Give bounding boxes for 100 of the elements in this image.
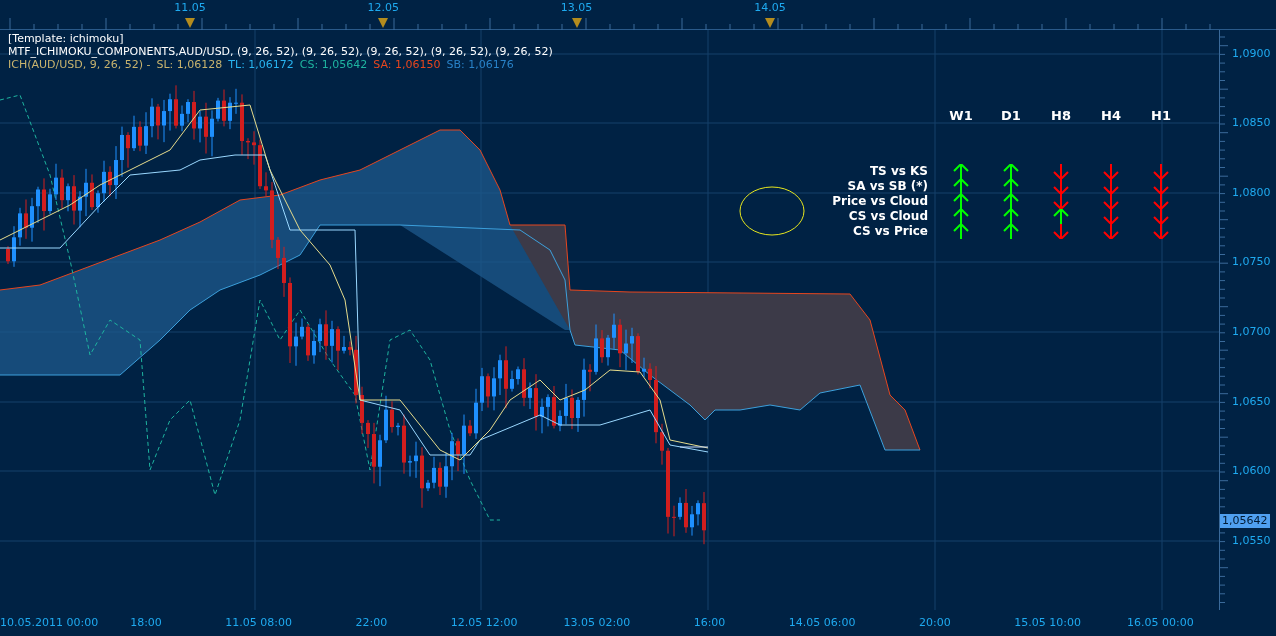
candlestick — [414, 441, 418, 479]
candlestick — [444, 451, 448, 499]
price-label: 1,0550 — [1232, 534, 1271, 547]
candlestick — [516, 366, 520, 386]
price-label: 1,0750 — [1232, 255, 1271, 268]
candlestick — [306, 323, 310, 362]
time-label: 12.05 12:00 — [450, 616, 518, 629]
candlestick — [600, 329, 604, 364]
candlestick — [90, 173, 94, 211]
candlestick — [162, 99, 166, 143]
candlestick — [126, 131, 130, 169]
candlestick — [522, 357, 526, 407]
candlestick — [192, 90, 196, 141]
time-label: 16.05 00:00 — [1126, 616, 1194, 629]
triangle-marker-icon — [571, 18, 582, 28]
candlestick — [54, 163, 58, 201]
candlestick — [48, 188, 52, 215]
candlestick — [198, 110, 202, 143]
candlestick — [552, 385, 556, 429]
price-label: 1,0900 — [1232, 47, 1271, 60]
candlestick — [636, 332, 640, 375]
legend-value: SL: 1,06128 — [156, 58, 223, 71]
candlestick — [624, 329, 628, 371]
candlestick — [246, 137, 250, 160]
candlestick — [498, 354, 502, 396]
legend-value: SB: 1,06176 — [446, 58, 514, 71]
candlestick — [150, 97, 154, 138]
candlestick — [702, 491, 706, 545]
date-marker-label: 14.05 — [754, 0, 786, 16]
candlestick — [300, 318, 304, 340]
candlestick — [42, 177, 46, 232]
ellipse-marker — [739, 186, 805, 236]
price-label: 1,0650 — [1232, 395, 1271, 408]
candlestick — [390, 400, 394, 434]
date-marker-label: 12.05 — [367, 0, 400, 16]
candlestick — [672, 505, 676, 537]
candlestick — [594, 324, 598, 376]
time-label: 10.05.2011 00:00 — [0, 616, 99, 629]
time-label: 20:00 — [919, 616, 951, 629]
candlestick — [24, 198, 28, 240]
candlestick — [486, 372, 490, 409]
template-label: [Template: ichimoku] — [8, 32, 125, 45]
candlestick — [144, 111, 148, 155]
candlestick — [474, 388, 478, 440]
candlestick — [72, 174, 76, 225]
candlestick — [138, 120, 142, 152]
candlestick — [234, 88, 238, 115]
triangle-marker-icon — [764, 18, 775, 28]
candlestick — [324, 309, 328, 361]
candlestick — [252, 130, 256, 166]
candlestick — [378, 434, 382, 487]
candlestick — [528, 382, 532, 410]
signal-label: CS vs Cloud — [847, 209, 928, 224]
price-label: 1,0850 — [1232, 116, 1271, 129]
candlestick — [582, 358, 586, 418]
signal-label: TS vs KS — [868, 164, 928, 179]
candlestick — [678, 496, 682, 521]
time-label: 22:00 — [355, 616, 388, 629]
legend-value: SA: 1,06150 — [373, 58, 441, 71]
signal-label: Price vs Cloud — [831, 194, 928, 209]
candlestick — [240, 93, 244, 156]
timeframe-header: W1 — [948, 107, 974, 126]
legend-value: ICH(AUD/USD, 9, 26, 52) - — [8, 58, 151, 71]
legend-value: CS: 1,05642 — [299, 58, 368, 71]
candlestick — [84, 168, 88, 217]
candlestick — [684, 488, 688, 534]
candlestick — [408, 455, 412, 477]
candlestick — [426, 479, 430, 492]
triangle-marker-icon — [185, 18, 195, 28]
candlestick — [66, 182, 70, 212]
candlestick — [606, 334, 610, 367]
candlestick — [504, 345, 508, 409]
candlestick — [546, 393, 550, 427]
time-label: 15.05 10:00 — [1014, 616, 1081, 629]
level-line — [679, 446, 709, 448]
candlestick — [294, 322, 298, 367]
time-label: 14.05 06:00 — [788, 616, 856, 629]
candlestick — [612, 313, 616, 350]
candlestick — [462, 414, 466, 475]
time-label: 13.05 02:00 — [563, 616, 631, 629]
candlestick — [174, 84, 178, 129]
candlestick — [540, 398, 544, 434]
candlestick — [12, 225, 16, 268]
candlestick — [228, 96, 232, 130]
candlestick — [480, 367, 484, 412]
candlestick — [102, 160, 106, 203]
candlestick — [630, 327, 634, 364]
signal-label: SA vs SB (*) — [846, 179, 928, 194]
candlestick — [18, 207, 22, 247]
date-marker-label: 11.05 — [174, 0, 206, 16]
candlestick — [276, 236, 280, 270]
candlestick — [60, 168, 64, 209]
candlestick — [420, 446, 424, 509]
timeframe-header: D1 — [1000, 107, 1022, 126]
triangle-marker-icon — [378, 18, 389, 28]
signal-label: CS vs Price — [851, 224, 928, 239]
candlestick — [270, 181, 274, 249]
candlestick — [360, 386, 364, 435]
current-price-label: 1,05642 — [1220, 514, 1270, 528]
candlestick — [108, 165, 112, 197]
